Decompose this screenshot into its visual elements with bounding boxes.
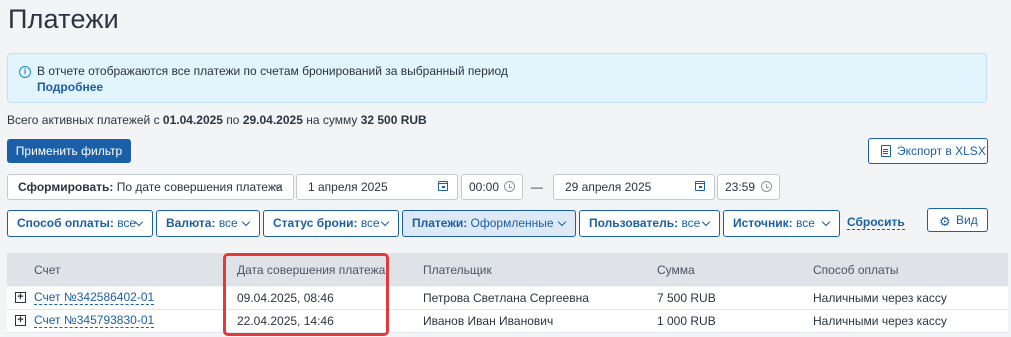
info-icon: i [19,66,31,78]
filter-payment-method[interactable]: Способ оплаты: все [7,210,153,237]
clock-icon [504,181,515,192]
info-text: В отчете отображаются все платежи по сче… [37,64,508,78]
amount-cell: 7 500 RUB [657,291,716,305]
document-icon [881,145,891,157]
table-row: + Счет №345793830-01 22.04.2025, 14:46 И… [7,310,1008,333]
filter-payments[interactable]: Платежи: Оформленные [402,210,576,237]
expand-icon[interactable]: + [15,292,26,303]
summary-amount: 32 500 RUB [360,113,427,127]
highlight-annotation [223,253,389,336]
filter-booking-status[interactable]: Статус брони: все [263,210,399,237]
table-row: + Счет №342586402-01 09.04.2025, 08:46 П… [7,287,1008,310]
column-header-invoice[interactable]: Счет [34,263,61,277]
payer-cell: Петрова Светлана Сергеевна [423,291,589,305]
filter-currency[interactable]: Валюта: все [156,210,260,237]
amount-cell: 1 000 RUB [657,314,716,328]
filter-user[interactable]: Пользователь: все [579,210,720,237]
chevron-down-icon [557,217,567,227]
date-from-field[interactable]: 1 апреля 2025 [296,174,458,200]
payer-cell: Иванов Иван Иванович [423,314,554,328]
payments-summary: Всего активных платежей с 01.04.2025 по … [7,113,427,127]
clock-icon [761,181,772,192]
time-to-field[interactable]: 23:59 [717,174,780,200]
summary-date-to: 29.04.2025 [242,113,303,127]
chevron-down-icon [241,217,251,227]
column-header-payment-method[interactable]: Способ оплаты [813,263,899,277]
payment-method-cell: Наличными через кассу [813,291,947,305]
time-from-field[interactable]: 00:00 [461,174,523,200]
calendar-icon[interactable] [438,181,448,191]
export-xlsx-button[interactable]: Экспорт в XLSX [868,138,988,164]
date-to-field[interactable]: 29 апреля 2025 [553,174,715,200]
invoice-link[interactable]: Счет №342586402-01 [34,291,155,305]
gear-icon: ⚙ [939,214,951,229]
table-header: Счет Дата совершения платежа Плательщик … [7,253,1008,286]
more-info-link[interactable]: Подробнее [37,80,103,94]
reset-filters-link[interactable]: Сбросить [847,216,905,230]
expand-icon[interactable]: + [15,315,26,326]
chevron-down-icon [701,217,711,227]
column-header-payer[interactable]: Плательщик [423,263,492,277]
chevron-down-icon [821,217,831,227]
range-dash: — [531,180,543,194]
calendar-icon[interactable] [695,181,705,191]
payment-method-cell: Наличными через кассу [813,314,947,328]
filter-source[interactable]: Источник: все [723,210,840,237]
form-by-select[interactable]: Сформировать: По дате совершения платежа [7,174,294,200]
info-banner: i В отчете отображаются все платежи по с… [7,53,987,103]
summary-date-from: 01.04.2025 [162,113,223,127]
invoice-link[interactable]: Счет №345793830-01 [34,314,155,328]
apply-filter-button[interactable]: Применить фильтр [7,139,131,163]
page-title: Платежи [8,4,119,34]
chevron-down-icon [380,217,390,227]
view-button[interactable]: ⚙ Вид [927,208,988,232]
column-header-amount[interactable]: Сумма [657,263,695,277]
